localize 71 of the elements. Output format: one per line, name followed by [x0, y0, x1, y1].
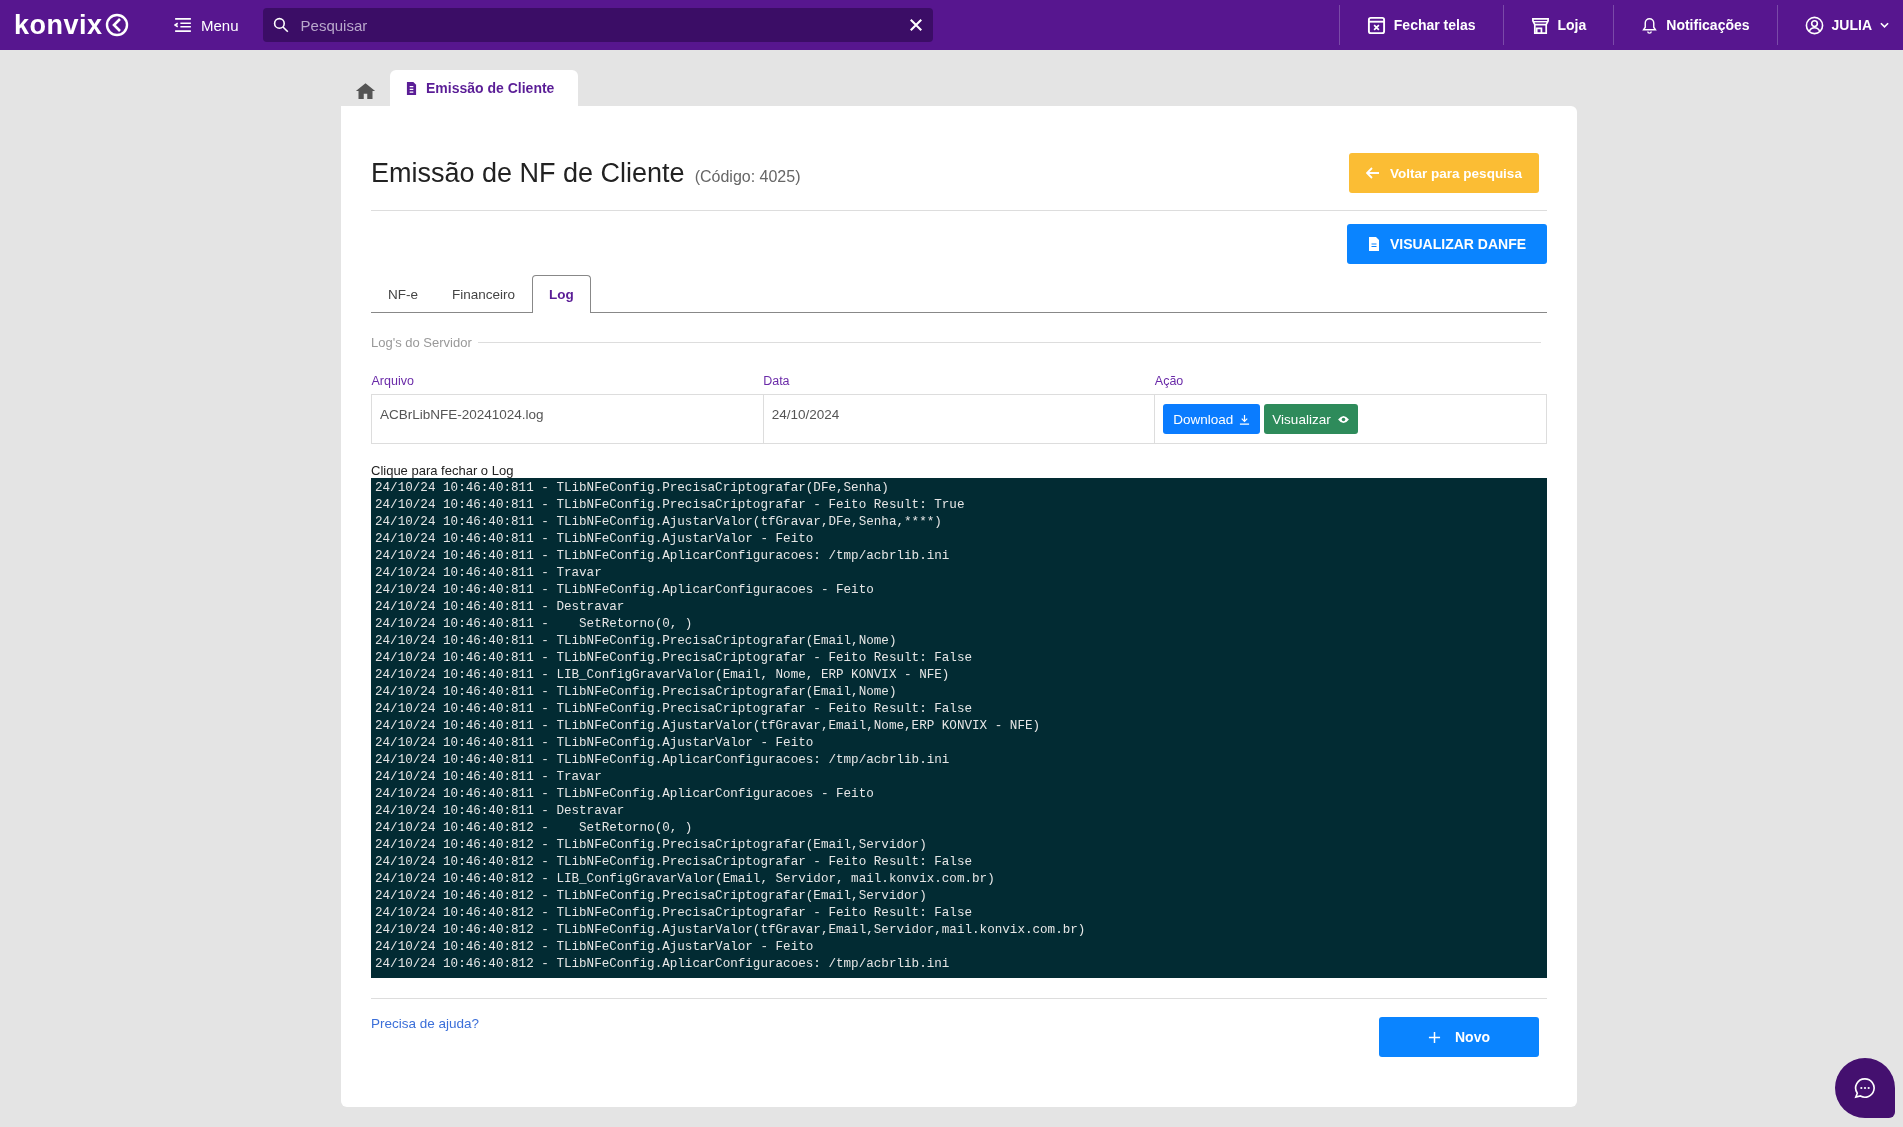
log-line: 24/10/24 10:46:40:811 - TLibNFeConfig.PrecisaCriptografar(DFe,Senha)	[375, 480, 890, 497]
plus-icon	[1428, 1030, 1441, 1044]
log-line: 24/10/24 10:46:40:811 - TLibNFeConfig.AplicarConfiguracoes: /tmp/acbrlib.ini	[375, 752, 951, 769]
chat-button[interactable]	[1835, 1058, 1895, 1118]
log-line: 24/10/24 10:46:40:812 - TLibNFeConfig.AjustarValor(tfGravar,Email,Servidor,mail.konvix.com.br)	[375, 922, 1087, 939]
log-line: 24/10/24 10:46:40:812 - TLibNFeConfig.AplicarConfiguracoes: /tmp/acbrlib.ini	[375, 956, 951, 973]
page-tab[interactable]: Emissão de Cliente	[390, 70, 579, 106]
log-line: 24/10/24 10:46:40:812 - LIB_ConfigGravarValor(Email, Servidor, mail.konvix.com.br)	[375, 871, 996, 888]
close-icon[interactable]	[908, 18, 923, 32]
log-line: 24/10/24 10:46:40:811 - TLibNFeConfig.AjustarValor - Feito	[375, 735, 815, 752]
tab[interactable]: Log	[532, 275, 591, 313]
menu-icon	[174, 18, 192, 32]
column-header: Ação	[1154, 374, 1547, 395]
log-line: 24/10/24 10:46:40:811 - TLibNFeConfig.PrecisaCriptografar - Feito Result: False	[375, 650, 974, 667]
chevron-down-icon	[1880, 22, 1889, 28]
log-line: 24/10/24 10:46:40:811 - SetRetorno(0, )	[375, 616, 694, 633]
search-field[interactable]: Pesquisar	[262, 8, 933, 42]
log-line: 24/10/24 10:46:40:811 - TLibNFeConfig.PrecisaCriptografar - Feito Result: True	[375, 497, 966, 514]
home-icon[interactable]	[355, 82, 376, 100]
download-icon	[1239, 413, 1251, 425]
document-icon	[1367, 237, 1380, 251]
log-line: 24/10/24 10:46:40:811 - Destravar	[375, 803, 626, 820]
log-line: 24/10/24 10:46:40:812 - SetRetorno(0, )	[375, 820, 694, 837]
store-button[interactable]: Loja	[1502, 5, 1614, 45]
store-icon	[1530, 15, 1550, 35]
log-line: 24/10/24 10:46:40:811 - TLibNFeConfig.AjustarValor(tfGravar,Email,Nome,ERP KONVIX - NFE)	[375, 718, 1042, 735]
page-title: Emissão de NF de Cliente	[371, 157, 685, 189]
eye-icon	[1336, 414, 1350, 424]
chat-bubble-icon	[1854, 1077, 1876, 1099]
log-line: 24/10/24 10:46:40:811 - TLibNFeConfig.AplicarConfiguracoes: /tmp/acbrlib.ini	[375, 548, 951, 565]
log-line: 24/10/24 10:46:40:811 - TLibNFeConfig.AplicarConfiguracoes - Feito	[375, 582, 875, 599]
column-header: Arquivo	[371, 374, 764, 395]
tab[interactable]: NF-e	[371, 275, 435, 312]
bell-icon	[1641, 15, 1659, 35]
log-line: 24/10/24 10:46:40:812 - TLibNFeConfig.PrecisaCriptografar - Feito Result: False	[375, 854, 974, 871]
table-cell: 24/10/2024	[763, 394, 1155, 444]
log-line: 24/10/24 10:46:40:812 - TLibNFeConfig.PrecisaCriptografar - Feito Result: False	[375, 905, 974, 922]
log-line: 24/10/24 10:46:40:812 - TLibNFeConfig.AjustarValor - Feito	[375, 939, 815, 956]
view-danfe-button[interactable]: VISUALIZAR DANFE	[1347, 224, 1547, 264]
table-cell: ACBrLibNFE-20241024.log	[371, 394, 764, 444]
log-line: 24/10/24 10:46:40:811 - TLibNFeConfig.AplicarConfiguracoes - Feito	[375, 786, 875, 803]
log-line: 24/10/24 10:46:40:811 - Travar	[375, 769, 603, 786]
close-screens-button[interactable]: Fechar telas	[1338, 5, 1503, 45]
log-line: 24/10/24 10:46:40:811 - TLibNFeConfig.PrecisaCriptografar(Email,Nome)	[375, 633, 898, 650]
arrow-left-icon	[1366, 167, 1381, 179]
page-code: (Código: 4025)	[694, 167, 801, 186]
section-title: Log's do Servidor	[371, 335, 1541, 350]
menu-button[interactable]: Menu	[170, 12, 243, 38]
close-log-link[interactable]: Clique para fechar o Log	[371, 463, 514, 478]
window-close-icon	[1366, 15, 1386, 35]
log-line: 24/10/24 10:46:40:811 - Travar	[375, 565, 603, 582]
log-line: 24/10/24 10:46:40:811 - LIB_ConfigGravarValor(Email, Nome, ERP KONVIX - NFE)	[375, 667, 951, 684]
log-line: 24/10/24 10:46:40:812 - TLibNFeConfig.PrecisaCriptografar(Email,Servidor)	[375, 837, 928, 854]
view-button[interactable]: Visualizar	[1264, 404, 1358, 434]
document-icon	[406, 81, 417, 95]
download-button[interactable]: Download	[1163, 404, 1261, 434]
new-button[interactable]: Novo	[1379, 1017, 1539, 1057]
column-header: Data	[763, 374, 1155, 395]
search-icon	[272, 17, 289, 33]
log-line: 24/10/24 10:46:40:811 - TLibNFeConfig.PrecisaCriptografar - Feito Result: False	[375, 701, 974, 718]
log-line: 24/10/24 10:46:40:811 - TLibNFeConfig.PrecisaCriptografar(Email,Nome)	[375, 684, 898, 701]
user-menu-button[interactable]: JULIA	[1776, 5, 1903, 45]
user-avatar-icon	[1804, 15, 1824, 35]
notifications-button[interactable]: Notificações	[1613, 5, 1777, 45]
log-line: 24/10/24 10:46:40:811 - TLibNFeConfig.AjustarValor - Feito	[375, 531, 815, 548]
log-line: 24/10/24 10:46:40:812 - TLibNFeConfig.PrecisaCriptografar(Email,Servidor)	[375, 888, 928, 905]
log-line: 24/10/24 10:46:40:811 - Destravar	[375, 599, 626, 616]
log-line: 24/10/24 10:46:40:811 - TLibNFeConfig.AjustarValor(tfGravar,DFe,Senha,****)	[375, 514, 943, 531]
help-link[interactable]: Precisa de ajuda?	[371, 1016, 480, 1031]
tab[interactable]: Financeiro	[435, 275, 533, 312]
logo-text: konvix	[14, 9, 103, 41]
